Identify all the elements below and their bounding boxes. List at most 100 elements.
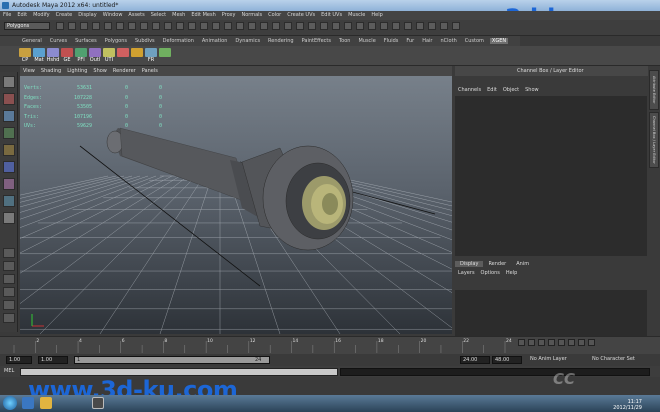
status-line-button[interactable] [176, 22, 184, 30]
playback-control-icon[interactable] [568, 339, 575, 346]
toolbox-tool-icon[interactable] [3, 127, 15, 139]
shelf-tab-rendering[interactable]: Rendering [266, 38, 296, 44]
shelf-button[interactable]: UTI [102, 48, 116, 64]
status-line-button[interactable] [224, 22, 232, 30]
browser-icon[interactable] [22, 397, 34, 409]
status-line-button[interactable] [332, 22, 340, 30]
end-time-field[interactable]: 48.00 [492, 356, 522, 364]
channel-menu-edit[interactable]: Edit [487, 87, 497, 93]
status-line-button[interactable] [368, 22, 376, 30]
status-line-button[interactable] [164, 22, 172, 30]
shelf-tab-hair[interactable]: Hair [420, 38, 434, 44]
shelf-button[interactable] [158, 48, 172, 64]
layer-tab-anim[interactable]: Anim [511, 261, 534, 267]
status-line-button[interactable] [104, 22, 112, 30]
shelf-button[interactable]: Hshd [46, 48, 60, 64]
toolbox-tool-icon[interactable] [3, 144, 15, 156]
channel-menu-object[interactable]: Object [503, 87, 519, 93]
status-line-button[interactable] [212, 22, 220, 30]
menu-file[interactable]: File [3, 12, 11, 18]
menu-help[interactable]: Help [371, 12, 382, 18]
menu-normals[interactable]: Normals [241, 12, 262, 18]
status-line-button[interactable] [140, 22, 148, 30]
playback-control-icon[interactable] [518, 339, 525, 346]
panel-menu-lighting[interactable]: Lighting [67, 68, 87, 74]
menu-proxy[interactable]: Proxy [222, 12, 236, 18]
side-tab[interactable]: Attribute Editor [649, 70, 659, 110]
shelf-button[interactable]: CP [18, 48, 32, 64]
status-line-button[interactable] [236, 22, 244, 30]
status-line-button[interactable] [452, 22, 460, 30]
start-time-field[interactable]: 1.00 [38, 356, 68, 364]
status-line-button[interactable] [92, 22, 100, 30]
status-line-button[interactable] [80, 22, 88, 30]
channel-menu-channels[interactable]: Channels [458, 87, 481, 93]
menu-select[interactable]: Select [151, 12, 166, 18]
shelf-tab-ncloth[interactable]: nCloth [439, 38, 459, 44]
shelf-tab-curves[interactable]: Curves [48, 38, 69, 44]
status-line-button[interactable] [272, 22, 280, 30]
status-line-button[interactable] [356, 22, 364, 30]
folder-icon[interactable] [40, 397, 52, 409]
playback-end-field[interactable]: 24.00 [460, 356, 490, 364]
layer-menu-help[interactable]: Help [506, 270, 517, 276]
status-line-button[interactable] [152, 22, 160, 30]
menu-set-selector[interactable]: Polygons [4, 22, 50, 30]
playback-control-icon[interactable] [528, 339, 535, 346]
layer-tab-display[interactable]: Display [455, 261, 484, 267]
menu-window[interactable]: Window [103, 12, 123, 18]
shelf-tab-toon[interactable]: Toon [337, 38, 353, 44]
panel-menu-shading[interactable]: Shading [41, 68, 61, 74]
shelf-tab-fluids[interactable]: Fluids [382, 38, 401, 44]
status-line-button[interactable] [344, 22, 352, 30]
menu-mesh[interactable]: Mesh [172, 12, 185, 18]
status-line-button[interactable] [68, 22, 76, 30]
menu-edit-mesh[interactable]: Edit Mesh [191, 12, 215, 18]
anim-layer-field[interactable]: No Anim Layer [528, 356, 584, 364]
shelf-tab-fur[interactable]: Fur [404, 38, 416, 44]
layer-list[interactable] [455, 290, 647, 336]
status-line-button[interactable] [56, 22, 64, 30]
character-set-field[interactable]: No Character Set [590, 356, 652, 364]
menu-edit-uvs[interactable]: Edit UVs [321, 12, 342, 18]
shelf-tab-dynamics[interactable]: Dynamics [233, 38, 262, 44]
toolbox-tool-icon[interactable] [3, 212, 15, 224]
playback-control-icon[interactable] [588, 339, 595, 346]
channel-menu-show[interactable]: Show [525, 87, 539, 93]
layout-preset-icon[interactable] [3, 248, 15, 258]
status-line-button[interactable] [200, 22, 208, 30]
shelf-tab-muscle[interactable]: Muscle [356, 38, 377, 44]
range-bar[interactable]: 1 24 [74, 356, 270, 364]
shelf-button[interactable]: Mat [32, 48, 46, 64]
shelf-tab-custom[interactable]: Custom [463, 38, 486, 44]
panel-menu-panels[interactable]: Panels [142, 68, 158, 74]
playback-control-icon[interactable] [558, 339, 565, 346]
shelf-button[interactable]: PFI [74, 48, 88, 64]
layer-tab-render[interactable]: Render [483, 261, 511, 267]
layout-preset-icon[interactable] [3, 300, 15, 310]
shelf-button[interactable] [116, 48, 130, 64]
maya-taskbar-icon[interactable] [92, 397, 104, 409]
status-line-button[interactable] [188, 22, 196, 30]
shelf-tab-general[interactable]: General [20, 38, 44, 44]
playback-control-icon[interactable] [548, 339, 555, 346]
status-line-button[interactable] [284, 22, 292, 30]
status-line-button[interactable] [260, 22, 268, 30]
toolbox-tool-icon[interactable] [3, 110, 15, 122]
layout-preset-icon[interactable] [3, 313, 15, 323]
status-line-button[interactable] [428, 22, 436, 30]
playback-control-icon[interactable] [578, 339, 585, 346]
panel-menu-view[interactable]: View [23, 68, 35, 74]
menu-color[interactable]: Color [268, 12, 281, 18]
start-button[interactable] [3, 396, 17, 410]
shelf-button[interactable]: GE [60, 48, 74, 64]
status-line-button[interactable] [296, 22, 304, 30]
status-line-button[interactable] [248, 22, 256, 30]
menu-create-uvs[interactable]: Create UVs [287, 12, 315, 18]
layer-menu-options[interactable]: Options [481, 270, 500, 276]
menu-create[interactable]: Create [56, 12, 73, 18]
shelf-tab-subdivs[interactable]: Subdivs [133, 38, 157, 44]
command-input[interactable] [20, 368, 338, 376]
shelf-button[interactable]: FR [144, 48, 158, 64]
status-line-button[interactable] [392, 22, 400, 30]
